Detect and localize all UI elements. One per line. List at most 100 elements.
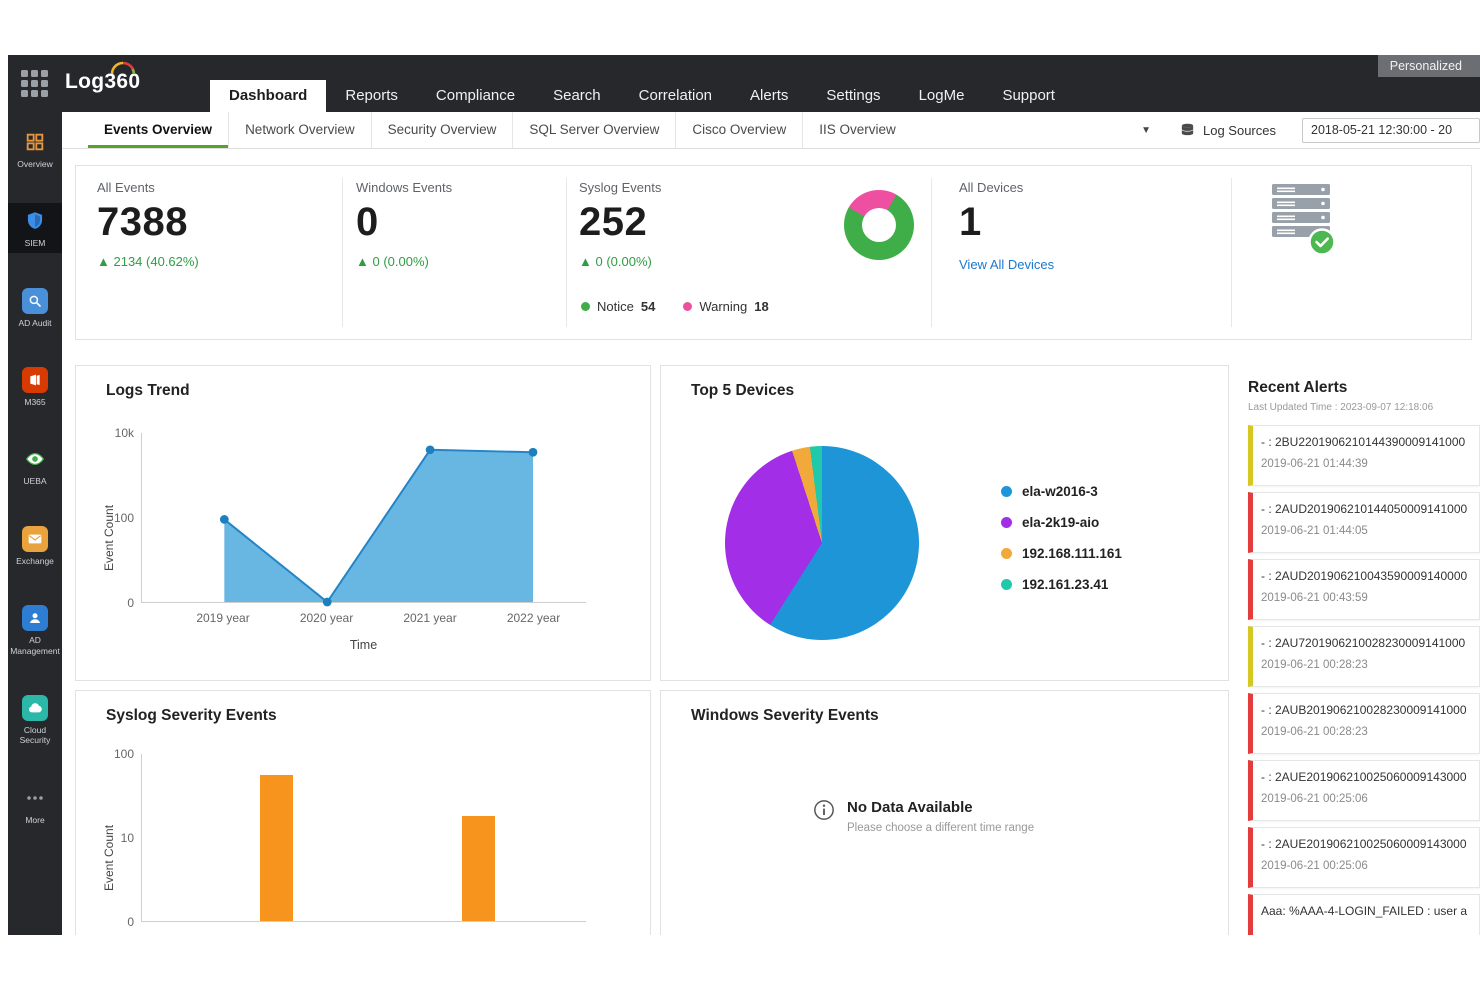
windows-severity-card: Windows Severity Events No Data Availabl… (660, 690, 1229, 935)
alert-item[interactable]: - : 2BU2201906210144390009141000 2019-06-… (1248, 425, 1480, 486)
more-tabs-dropdown-icon[interactable]: ▼ (1141, 125, 1151, 136)
legend-dot-icon (1001, 486, 1012, 497)
divider (566, 178, 567, 327)
app-launcher-icon[interactable] (21, 70, 48, 97)
sidebar-item-cloud-security[interactable]: Cloud Security (8, 690, 62, 750)
sidebar-item-more[interactable]: More (8, 780, 62, 829)
tab-events-overview[interactable]: Events Overview (88, 112, 228, 148)
sidebar-item-siem[interactable]: SIEM (8, 203, 62, 252)
shield-icon (22, 208, 48, 234)
sidebar-item-label: AD Management (9, 635, 61, 656)
sidebar-item-ad-management[interactable]: AD Management (8, 600, 62, 660)
syslog-legend: Notice 54 Warning 18 (581, 299, 769, 314)
syslog-plot (141, 754, 586, 922)
chart-title: Logs Trend (106, 382, 190, 400)
alert-item[interactable]: - : 2AUD2019062100435900091400002019-06-… (1248, 559, 1480, 620)
legend-label: 192.168.111.161 (1022, 546, 1122, 561)
legend-dot-icon (1001, 548, 1012, 559)
status-ok-icon (1310, 230, 1335, 255)
alert-time: 2019-06-21 00:25:06 (1261, 793, 1471, 805)
legend-value: 54 (641, 299, 655, 314)
sidebar-item-m365[interactable]: M365 (8, 362, 62, 411)
syslog-donut-chart (844, 190, 914, 260)
more-icon (22, 785, 48, 811)
sidebar-item-ad-audit[interactable]: AD Audit (8, 283, 62, 332)
tab-iis-overview[interactable]: IIS Overview (802, 112, 912, 148)
alert-item[interactable]: Aaa: %AAA-4-LOGIN_FAILED : user a (1248, 894, 1480, 935)
chart-title: Windows Severity Events (691, 707, 879, 725)
log-sources-button[interactable]: Log Sources (1179, 122, 1276, 139)
tab-sql-server-overview[interactable]: SQL Server Overview (512, 112, 675, 148)
severity-bar (462, 816, 495, 921)
alerts-last-updated: Last Updated Time : 2023-09-07 12:18:06 (1240, 402, 1480, 413)
alert-time: 2019-06-21 00:25:06 (1261, 860, 1471, 872)
nav-tab-correlation[interactable]: Correlation (620, 80, 731, 112)
nav-tab-search[interactable]: Search (534, 80, 620, 112)
personalized-badge[interactable]: Personalized (1378, 55, 1480, 77)
alert-item[interactable]: - : 2AUE201906210025060009143000 2019-06-… (1248, 827, 1480, 888)
sidebar-item-ueba[interactable]: UEBA (8, 441, 62, 490)
view-all-devices-link[interactable]: View All Devices (959, 257, 1054, 272)
alert-id: - : 2AUE201906210025060009143000 (1261, 837, 1471, 851)
alert-id: - : 2AUE201906210025060009143000 (1261, 770, 1471, 784)
subnav-right-controls: ▼ Log Sources 2018-05-21 12:30:00 - 20 (1141, 112, 1480, 148)
app-window: Log360 DashboardReportsComplianceSearchC… (8, 55, 1480, 935)
alert-id: - : 2BU2201906210144390009141000 (1261, 435, 1471, 449)
nav-tab-alerts[interactable]: Alerts (731, 80, 807, 112)
sidebar: Overview SIEM AD Audit M365 UEBA Exchange AD M… (8, 112, 62, 935)
nav-tab-dashboard[interactable]: Dashboard (210, 80, 326, 112)
alert-id: - : 2AU7201906210028230009141000 (1261, 636, 1471, 650)
stat-label: Windows Events (356, 180, 452, 195)
alert-item[interactable]: - : 2AUD2019062101440500091410002019-06-… (1248, 492, 1480, 553)
nav-tab-compliance[interactable]: Compliance (417, 80, 534, 112)
tab-network-overview[interactable]: Network Overview (228, 112, 371, 148)
alert-item[interactable]: - : 2AUB2019062100282300091410002019-06-… (1248, 693, 1480, 754)
x-tick-label: 2019 year (178, 611, 268, 625)
legend-item-warning: Warning 18 (683, 299, 768, 314)
envelope-icon (22, 526, 48, 552)
divider (342, 178, 343, 327)
ad-management-icon (22, 605, 48, 631)
sidebar-item-exchange[interactable]: Exchange (8, 521, 62, 570)
app-logo: Log360 (65, 70, 140, 94)
y-tick-label: 0 (90, 915, 134, 929)
sidebar-item-label: Exchange (9, 556, 61, 566)
x-axis-label: Time (141, 638, 586, 652)
legend-value: 18 (754, 299, 768, 314)
sidebar-item-label: Cloud Security (9, 725, 61, 746)
stat-delta: ▲ 0 (0.00%) (579, 254, 661, 269)
nav-tab-reports[interactable]: Reports (326, 80, 417, 112)
legend-item: 192.168.111.161 (1001, 546, 1122, 561)
alert-item[interactable]: - : 2AU72019062100282300091410002019-06-… (1248, 626, 1480, 687)
legend-item: ela-2k19-aio (1001, 515, 1122, 530)
tab-security-overview[interactable]: Security Overview (371, 112, 513, 148)
y-tick-label: 10 (90, 831, 134, 845)
sidebar-item-overview[interactable]: Overview (8, 124, 62, 173)
sidebar-item-label: Overview (9, 159, 61, 169)
y-tick-label: 0 (90, 596, 134, 610)
nav-tab-settings[interactable]: Settings (807, 80, 899, 112)
alert-id: - : 2AUB201906210028230009141000 (1261, 703, 1471, 717)
alert-time: 2019-06-21 01:44:39 (1261, 458, 1471, 470)
alert-time: 2019-06-21 00:43:59 (1261, 592, 1471, 604)
stat-delta: ▲ 2134 (40.62%) (97, 254, 199, 269)
notice-dot-icon (581, 302, 590, 311)
legend-dot-icon (1001, 517, 1012, 528)
logs-trend-svg (142, 433, 586, 602)
stat-label: All Devices (959, 180, 1054, 195)
stat-delta: ▲ 0 (0.00%) (356, 254, 452, 269)
tab-cisco-overview[interactable]: Cisco Overview (675, 112, 802, 148)
nav-tab-support[interactable]: Support (983, 80, 1074, 112)
eye-icon (22, 446, 48, 472)
stat-value: 7388 (97, 200, 199, 245)
legend-label: ela-2k19-aio (1022, 515, 1099, 530)
alert-item[interactable]: - : 2AUE201906210025060009143000 2019-06-… (1248, 760, 1480, 821)
legend-item-notice: Notice 54 (581, 299, 655, 314)
date-range-picker[interactable]: 2018-05-21 12:30:00 - 20 (1302, 118, 1480, 143)
legend-item: 192.161.23.41 (1001, 577, 1122, 592)
nav-tab-logme[interactable]: LogMe (900, 80, 984, 112)
severity-bar (260, 775, 293, 921)
legend-label: Warning (699, 299, 747, 314)
donut-hole (862, 208, 896, 242)
divider (931, 178, 932, 327)
